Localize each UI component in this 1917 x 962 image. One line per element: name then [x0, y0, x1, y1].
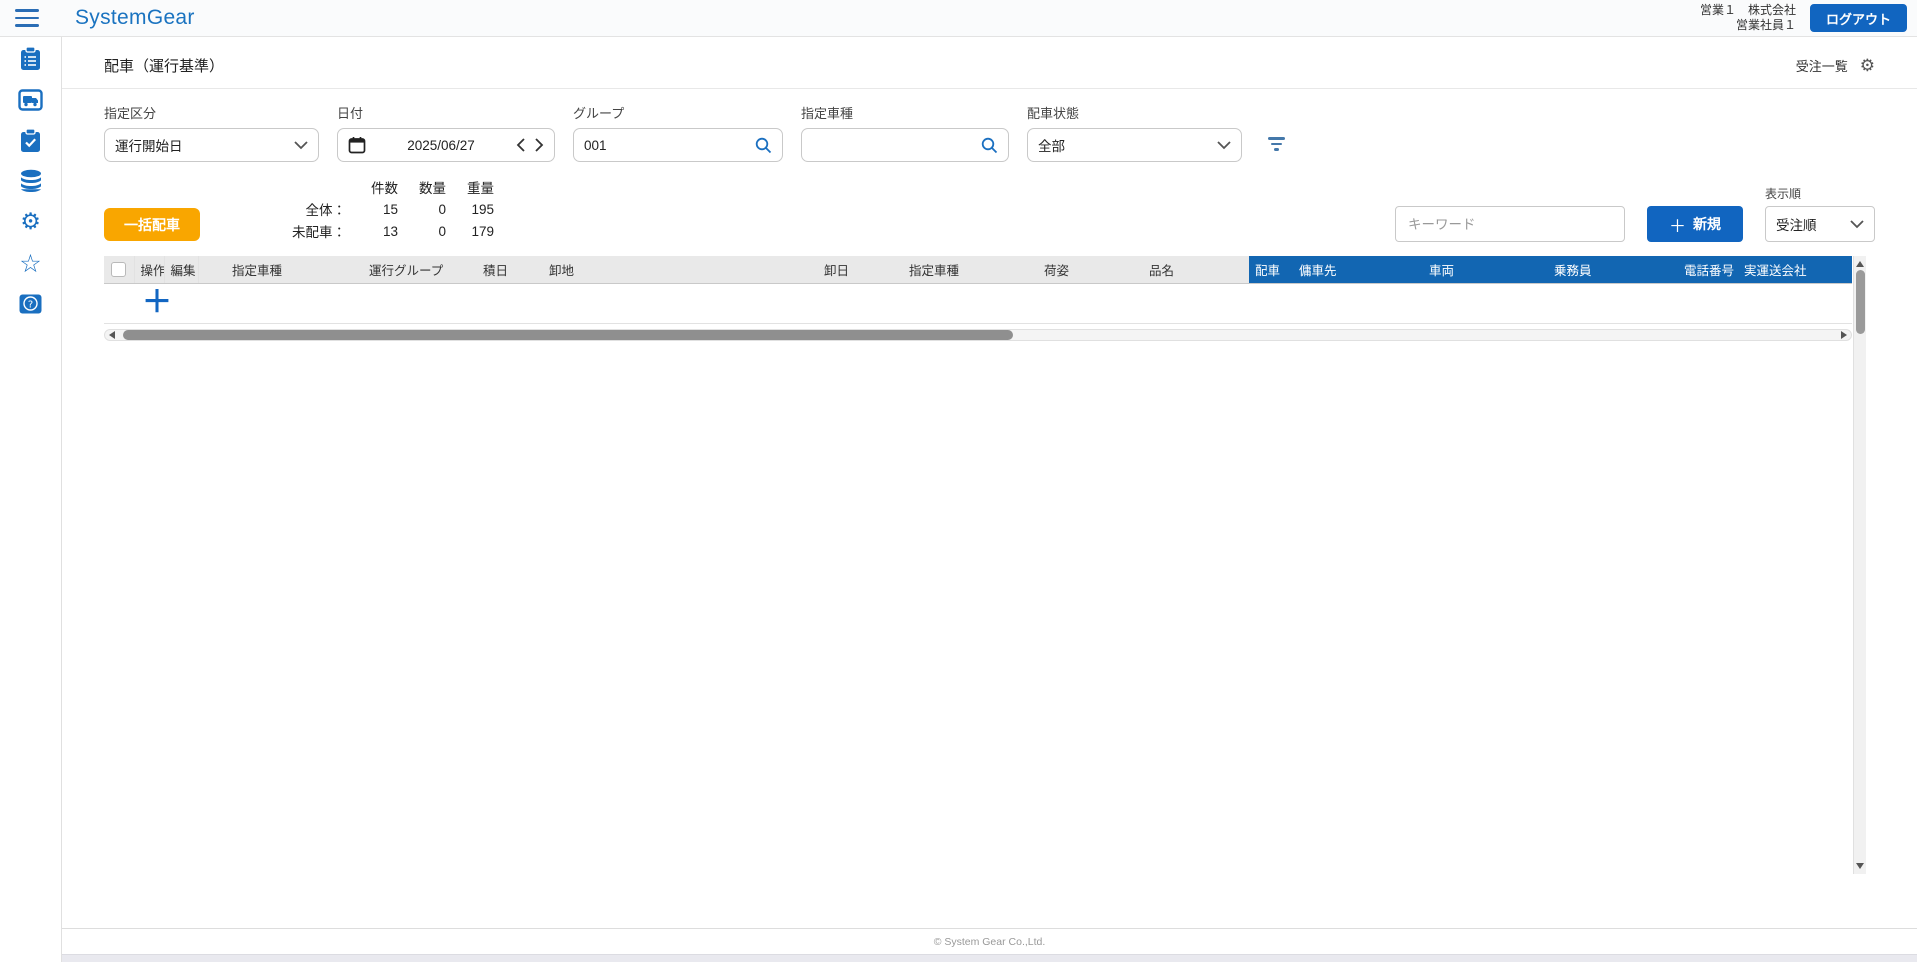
app-logo: SystemGear	[75, 6, 195, 30]
bulk-dispatch-button[interactable]: 一括配車	[104, 208, 200, 241]
column-header: 卸日	[818, 256, 903, 283]
filter-bar: 指定区分 運行開始日 日付 2025/06/27 グループ 001 指定車種	[62, 89, 1917, 162]
stats-total-weight: 195	[446, 198, 494, 220]
kubun-select[interactable]: 運行開始日	[104, 128, 319, 162]
scroll-left-icon[interactable]	[109, 331, 115, 339]
sort-order-select[interactable]: 受注順	[1765, 206, 1875, 242]
plus-icon: ＋	[1669, 212, 1686, 237]
bottom-strip	[62, 954, 1917, 962]
help-book-icon[interactable]: ?	[18, 291, 44, 317]
chevron-down-icon	[1217, 141, 1231, 150]
footer: © System Gear Co.,Ltd.	[62, 928, 1917, 954]
stats-header-qty: 数量	[398, 176, 446, 198]
stats-undispatched-count: 13	[350, 220, 398, 242]
page-settings-gear-icon[interactable]: ⚙	[1860, 56, 1875, 76]
scroll-up-icon[interactable]	[1856, 261, 1864, 267]
new-button-label: 新規	[1693, 214, 1721, 234]
stats-header-weight: 重量	[446, 176, 494, 198]
vehicle-type-search-input[interactable]	[801, 128, 1009, 162]
column-header: 積日	[477, 256, 543, 283]
keyword-input[interactable]	[1395, 206, 1625, 242]
chevron-down-icon	[294, 141, 308, 150]
vehicle-type-label: 指定車種	[801, 103, 1009, 122]
stats-summary: 件数 数量 重量 全体： 15 0 195 未配車： 13 0 179	[292, 176, 494, 242]
copyright-text: © System Gear Co.,Ltd.	[934, 936, 1046, 948]
sort-order-value: 受注順	[1776, 214, 1817, 234]
task-check-clipboard-icon[interactable]	[18, 127, 44, 153]
settings-gear-icon[interactable]: ⚙	[18, 209, 44, 235]
svg-text:?: ?	[28, 300, 33, 311]
filter-list-icon[interactable]	[1268, 137, 1285, 151]
column-header: 乗務員	[1548, 256, 1678, 283]
dispatch-status-select[interactable]: 全部	[1027, 128, 1242, 162]
date-value: 2025/06/27	[374, 138, 508, 153]
prev-date-icon[interactable]	[516, 138, 526, 152]
date-label: 日付	[337, 103, 555, 122]
stats-undispatched-label: 未配車：	[292, 220, 350, 242]
new-button[interactable]: ＋ 新規	[1647, 206, 1743, 242]
top-bar: SystemGear 営業１ 株式会社 営業社員１ ログアウト	[0, 0, 1917, 37]
database-icon[interactable]	[18, 168, 44, 194]
column-header: 実運送会社	[1738, 256, 1852, 283]
column-header: 車両	[1423, 256, 1548, 283]
chevron-down-icon	[1850, 220, 1864, 229]
column-header: 指定車種	[226, 256, 363, 283]
group-value: 001	[584, 138, 607, 153]
select-all-checkbox[interactable]	[111, 262, 126, 277]
sort-order-label: 表示順	[1765, 185, 1875, 202]
user-company: 営業１ 株式会社	[1700, 3, 1796, 18]
column-header: 電話番号	[1678, 256, 1738, 283]
toolbar: 一括配車 件数 数量 重量 全体： 15 0 195 未配車： 13 0 179	[62, 162, 1917, 242]
stats-total-count: 15	[350, 198, 398, 220]
group-label: グループ	[573, 103, 783, 122]
column-header: 指定車種	[903, 256, 1038, 283]
horizontal-scrollbar[interactable]	[104, 329, 1852, 341]
add-row: ＋	[104, 283, 1852, 323]
horizontal-scroll-thumb[interactable]	[123, 330, 1013, 340]
dispatch-status-label: 配車状態	[1027, 103, 1242, 122]
user-info: 営業１ 株式会社 営業社員１	[1700, 3, 1796, 33]
dispatch-table: 操作編集指定車種運行グループ積日卸地卸日指定車種荷姿品名配車傭車先車両乗務員電話…	[104, 256, 1852, 324]
user-name: 営業社員１	[1700, 18, 1796, 33]
stats-header-count: 件数	[350, 176, 398, 198]
logout-button[interactable]: ログアウト	[1810, 4, 1907, 32]
group-search-input[interactable]: 001	[573, 128, 783, 162]
column-header	[198, 256, 226, 283]
next-date-icon[interactable]	[534, 138, 544, 152]
scroll-down-icon[interactable]	[1856, 863, 1864, 869]
order-list-clipboard-icon[interactable]	[18, 45, 44, 71]
favorite-star-icon[interactable]: ☆	[18, 250, 44, 276]
column-header: 品名	[1143, 256, 1249, 283]
stats-total-label: 全体：	[292, 198, 350, 220]
add-row-plus-button[interactable]: ＋	[142, 288, 172, 318]
order-list-link[interactable]: 受注一覧	[1796, 56, 1848, 75]
column-header: 操作	[134, 256, 164, 283]
page-title: 配車（運行基準）	[104, 55, 224, 76]
column-header: 卸地	[543, 256, 818, 283]
column-header: 運行グループ	[363, 256, 477, 283]
dispatch-table-zone: 操作編集指定車種運行グループ積日卸地卸日指定車種荷姿品名配車傭車先車両乗務員電話…	[104, 256, 1866, 341]
sidebar: ⚙ ☆ ?	[0, 37, 62, 962]
calendar-icon[interactable]	[348, 136, 366, 154]
kubun-value: 運行開始日	[115, 135, 183, 155]
stats-undispatched-qty: 0	[398, 220, 446, 242]
search-icon[interactable]	[981, 137, 998, 154]
stats-undispatched-weight: 179	[446, 220, 494, 242]
vertical-scroll-thumb[interactable]	[1856, 270, 1865, 334]
hamburger-menu-icon[interactable]	[15, 9, 39, 27]
dispatch-status-value: 全部	[1038, 135, 1065, 155]
vertical-scrollbar[interactable]	[1853, 256, 1866, 874]
scroll-right-icon[interactable]	[1841, 331, 1847, 339]
column-header: 配車	[1249, 256, 1293, 283]
stats-total-qty: 0	[398, 198, 446, 220]
column-header: 荷姿	[1038, 256, 1143, 283]
column-header: 傭車先	[1293, 256, 1423, 283]
date-picker[interactable]: 2025/06/27	[337, 128, 555, 162]
main-content: 配車（運行基準） 受注一覧 ⚙ 指定区分 運行開始日 日付 2025/06/27…	[62, 37, 1917, 962]
column-header: 編集	[164, 256, 198, 283]
column-header	[104, 256, 134, 283]
kubun-label: 指定区分	[104, 103, 319, 122]
search-icon[interactable]	[755, 137, 772, 154]
dispatch-truck-icon[interactable]	[18, 86, 44, 112]
